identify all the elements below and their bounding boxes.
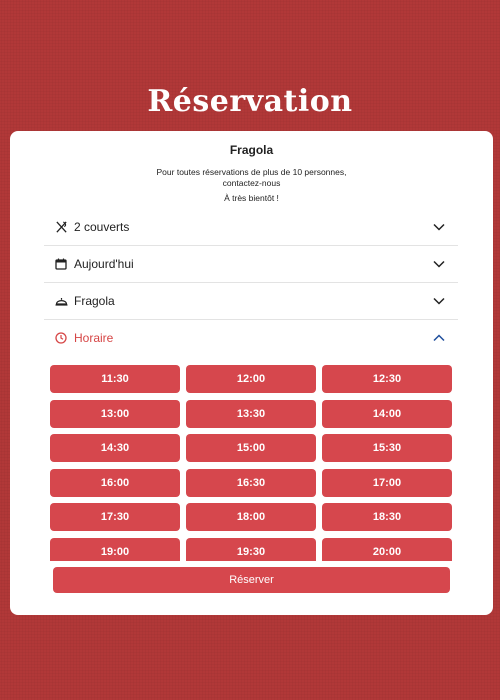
restaurant-label: Fragola [74, 294, 115, 308]
info-text: Pour toutes réservations de plus de 10 p… [130, 167, 373, 189]
time-slot-button[interactable]: 15:00 [186, 434, 316, 462]
restaurant-selector[interactable]: Fragola [44, 283, 458, 320]
time-slot-button[interactable]: 12:00 [186, 365, 316, 393]
reservation-card: Fragola Pour toutes réservations de plus… [10, 131, 493, 615]
time-slot-button[interactable]: 12:30 [322, 365, 452, 393]
page-title: Réservation [147, 84, 353, 119]
restaurant-name: Fragola [229, 143, 274, 157]
info-line-2: contactez-nous [222, 178, 281, 188]
time-slot-button[interactable]: 13:00 [50, 399, 180, 428]
time-slot-button[interactable]: 20:00 [322, 537, 452, 561]
info-line-1: Pour toutes réservations de plus de 10 p… [156, 167, 347, 177]
time-slot-button[interactable]: 16:00 [50, 468, 180, 497]
date-selector[interactable]: Aujourd'hui [44, 246, 458, 283]
time-slot-button[interactable]: 13:30 [186, 399, 316, 428]
time-slot-button[interactable]: 18:30 [322, 503, 452, 531]
time-slot-button[interactable]: 16:30 [186, 468, 316, 497]
chevron-down-icon [432, 220, 446, 234]
cloche-icon [54, 294, 68, 308]
time-slot-button[interactable]: 18:00 [186, 503, 316, 531]
time-selector[interactable]: Horaire [44, 320, 458, 356]
chevron-up-icon [432, 331, 446, 345]
time-slot-button[interactable]: 15:30 [322, 434, 452, 462]
guests-selector[interactable]: 2 couverts [44, 209, 458, 246]
time-slot-button[interactable]: 11:30 [50, 365, 180, 393]
time-slot-button[interactable]: 14:00 [322, 399, 452, 428]
time-slot-button[interactable]: 19:30 [186, 537, 316, 561]
time-slot-button[interactable]: 14:30 [50, 434, 180, 462]
chevron-down-icon [432, 294, 446, 308]
closing-text: À très bientôt ! [224, 193, 279, 203]
time-slot-grid[interactable]: 11:30 12:00 12:30 13:00 13:30 14:00 14:30 15:00… [50, 365, 453, 561]
calendar-icon [54, 257, 68, 271]
time-slot-button[interactable]: 17:00 [322, 468, 452, 497]
guests-label: 2 couverts [74, 220, 130, 234]
time-slot-button[interactable]: 19:00 [50, 537, 180, 561]
time-label: Horaire [74, 331, 114, 345]
utensils-icon [54, 220, 68, 234]
date-label: Aujourd'hui [74, 257, 134, 271]
time-slot-button[interactable]: 17:30 [50, 503, 180, 531]
chevron-down-icon [432, 257, 446, 271]
clock-icon [54, 331, 68, 345]
reserve-button[interactable]: Réserver [53, 567, 450, 593]
